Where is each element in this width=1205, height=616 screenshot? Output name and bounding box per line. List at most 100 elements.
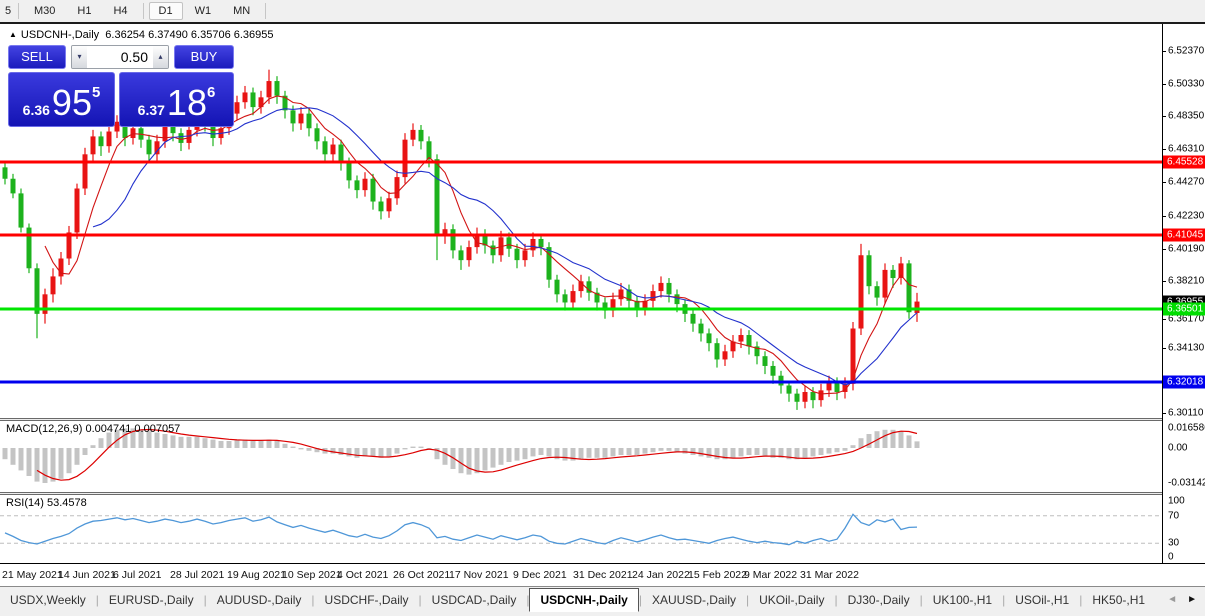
price-tick-label: 6.40190	[1168, 243, 1204, 254]
volume-increase-icon[interactable]: ▴	[153, 46, 168, 68]
date-axis-label: 19 Aug 2021	[227, 569, 286, 581]
volume-decrease-icon[interactable]: ▾	[72, 46, 87, 68]
price-tick-label: 6.52370	[1168, 45, 1204, 56]
price-tick-mark	[1163, 319, 1166, 320]
price-line-badge: 6.32018	[1163, 375, 1205, 388]
chart-ohlc-values: 6.36254 6.37490 6.35706 6.36955	[105, 29, 273, 41]
chart-tab-usdx-weekly[interactable]: USDX,Weekly	[0, 589, 96, 611]
rsi-axis-label: 30	[1168, 538, 1179, 549]
rsi-label: RSI(14) 53.4578	[6, 497, 87, 509]
macd-axis-label: 0.016586	[1168, 423, 1205, 434]
chart-tab-usdchf-daily[interactable]: USDCHF-,Daily	[315, 589, 419, 611]
date-axis-label: 4 Oct 2021	[337, 569, 388, 581]
chart-tab-bar: USDX,Weekly|EURUSD-,Daily|AUDUSD-,Daily|…	[0, 586, 1205, 612]
buy-price-prefix: 6.37	[138, 100, 165, 120]
price-tick-label: 6.48350	[1168, 111, 1204, 122]
timeframe-toolbar: 5 M30H1H4 D1W1MN	[0, 0, 1205, 24]
price-tick-mark	[1163, 249, 1166, 250]
tab-scroll-left-icon[interactable]: ◄	[1167, 594, 1177, 605]
date-axis-label: 21 May 2021	[2, 569, 63, 581]
sell-price-display[interactable]: 6.36 95 5	[8, 72, 115, 127]
chart-tab-usdcad-daily[interactable]: USDCAD-,Daily	[422, 589, 527, 611]
chart-tab-audusd-daily[interactable]: AUDUSD-,Daily	[207, 589, 312, 611]
volume-stepper: ▾ ▴	[71, 45, 169, 69]
one-click-trading-panel: SELL ▾ ▴ BUY 6.36 95 5 6.37 18 6	[8, 45, 234, 127]
price-tick-label: 6.42230	[1168, 210, 1204, 221]
chart-tab-ukoil-daily[interactable]: UKOil-,Daily	[749, 589, 834, 611]
price-tick-mark	[1163, 84, 1166, 85]
date-axis-label: 26 Oct 2021	[393, 569, 450, 581]
price-tick-mark	[1163, 149, 1166, 150]
sell-price-pip: 5	[92, 73, 100, 113]
chart-tab-usdcnh-daily[interactable]: USDCNH-,Daily	[529, 588, 638, 612]
macd-axis-label: 0.00	[1168, 443, 1187, 454]
date-axis-label: 14 Jun 2021	[58, 569, 116, 581]
timeframe-button-h1[interactable]: H1	[67, 2, 101, 20]
date-axis-label: 28 Jul 2021	[170, 569, 224, 581]
buy-button[interactable]: BUY	[174, 45, 234, 69]
price-tick-label: 6.38210	[1168, 276, 1204, 287]
price-tick-mark	[1163, 348, 1166, 349]
price-line-badge: 6.36501	[1163, 302, 1205, 315]
price-tick-mark	[1163, 216, 1166, 217]
date-axis-label: 6 Jul 2021	[113, 569, 161, 581]
macd-label: MACD(12,26,9) 0.004741 0.007057	[6, 423, 180, 435]
date-axis-label: 31 Mar 2022	[800, 569, 859, 581]
price-tick-label: 6.44270	[1168, 177, 1204, 188]
rsi-indicator-canvas[interactable]	[0, 495, 1162, 563]
timeframe-button-d1[interactable]: D1	[149, 2, 183, 20]
price-tick-label: 6.34130	[1168, 342, 1204, 353]
timeframe-button-w1[interactable]: W1	[185, 2, 222, 20]
chart-window: ▲ USDCNH-,Daily 6.36254 6.37490 6.35706 6…	[0, 24, 1205, 586]
timeframe-button-m30[interactable]: M30	[24, 2, 65, 20]
date-axis-label: 31 Dec 2021	[573, 569, 633, 581]
price-tick-mark	[1163, 116, 1166, 117]
sell-price-prefix: 6.36	[23, 100, 50, 120]
timeframe-button-h4[interactable]: H4	[103, 2, 137, 20]
price-tick-label: 6.36170	[1168, 314, 1204, 325]
buy-price-main: 18	[167, 86, 207, 120]
toolbar-separator	[143, 3, 144, 19]
rsi-axis-label: 100	[1168, 496, 1185, 507]
chart-tab-hk50-h1[interactable]: HK50-,H1	[1082, 589, 1155, 611]
price-tick-mark	[1163, 51, 1166, 52]
toolbar-separator	[18, 3, 19, 19]
price-axis[interactable]: 6.52370 6.50330 6.48350 6.46310 6.44270 6.422…	[1163, 24, 1205, 563]
date-axis-label: 15 Feb 2022	[688, 569, 747, 581]
chart-tab-uk100-h1[interactable]: UK100-,H1	[923, 589, 1002, 611]
timeframe-button-5[interactable]: 5	[1, 2, 13, 20]
chart-tab-usoil-h1[interactable]: USOil-,H1	[1005, 589, 1079, 611]
price-line-badge: 6.41045	[1163, 228, 1205, 241]
buy-price-display[interactable]: 6.37 18 6	[119, 72, 234, 127]
date-axis-label: 9 Mar 2022	[744, 569, 797, 581]
toolbar-separator	[265, 3, 266, 19]
mt-terminal-window: 5 M30H1H4 D1W1MN ▲ USDCNH-,Daily 6.36254 6.…	[0, 0, 1205, 616]
rsi-axis-label: 70	[1168, 511, 1179, 522]
tab-scroll-right-icon[interactable]: ►	[1187, 594, 1197, 605]
rsi-axis-label: 0	[1168, 552, 1174, 563]
date-axis-label: 10 Sep 2021	[282, 569, 342, 581]
date-axis-label: 17 Nov 2021	[449, 569, 509, 581]
price-tick-label: 6.50330	[1168, 78, 1204, 89]
date-axis-line	[0, 563, 1205, 564]
sell-price-main: 95	[52, 86, 92, 120]
date-axis-label: 24 Jan 2022	[632, 569, 690, 581]
timeframe-button-mn[interactable]: MN	[223, 2, 260, 20]
chart-symbol-period: USDCNH-,Daily	[21, 29, 99, 41]
chart-tab-xauusd-daily[interactable]: XAUUSD-,Daily	[642, 589, 746, 611]
price-tick-label: 6.30110	[1168, 408, 1203, 419]
date-axis[interactable]: 21 May 202114 Jun 20216 Jul 2021 28 Jul 2…	[0, 565, 1205, 586]
chart-tab-dj30-daily[interactable]: DJ30-,Daily	[838, 589, 920, 611]
sell-button[interactable]: SELL	[8, 45, 66, 69]
macd-axis-label: -0.03142	[1168, 478, 1205, 489]
buy-price-pip: 6	[207, 73, 215, 113]
tab-scroll-arrows: ◄►	[1167, 594, 1197, 605]
panel-collapse-icon[interactable]: ▲	[9, 30, 17, 39]
date-axis-label: 9 Dec 2021	[513, 569, 567, 581]
chart-title: ▲ USDCNH-,Daily 6.36254 6.37490 6.35706 6…	[9, 29, 274, 41]
price-tick-mark	[1163, 413, 1166, 414]
chart-tab-eurusd-daily[interactable]: EURUSD-,Daily	[99, 589, 204, 611]
volume-input[interactable]	[87, 46, 153, 68]
price-tick-mark	[1163, 182, 1166, 183]
price-tick-label: 6.46310	[1168, 144, 1204, 155]
